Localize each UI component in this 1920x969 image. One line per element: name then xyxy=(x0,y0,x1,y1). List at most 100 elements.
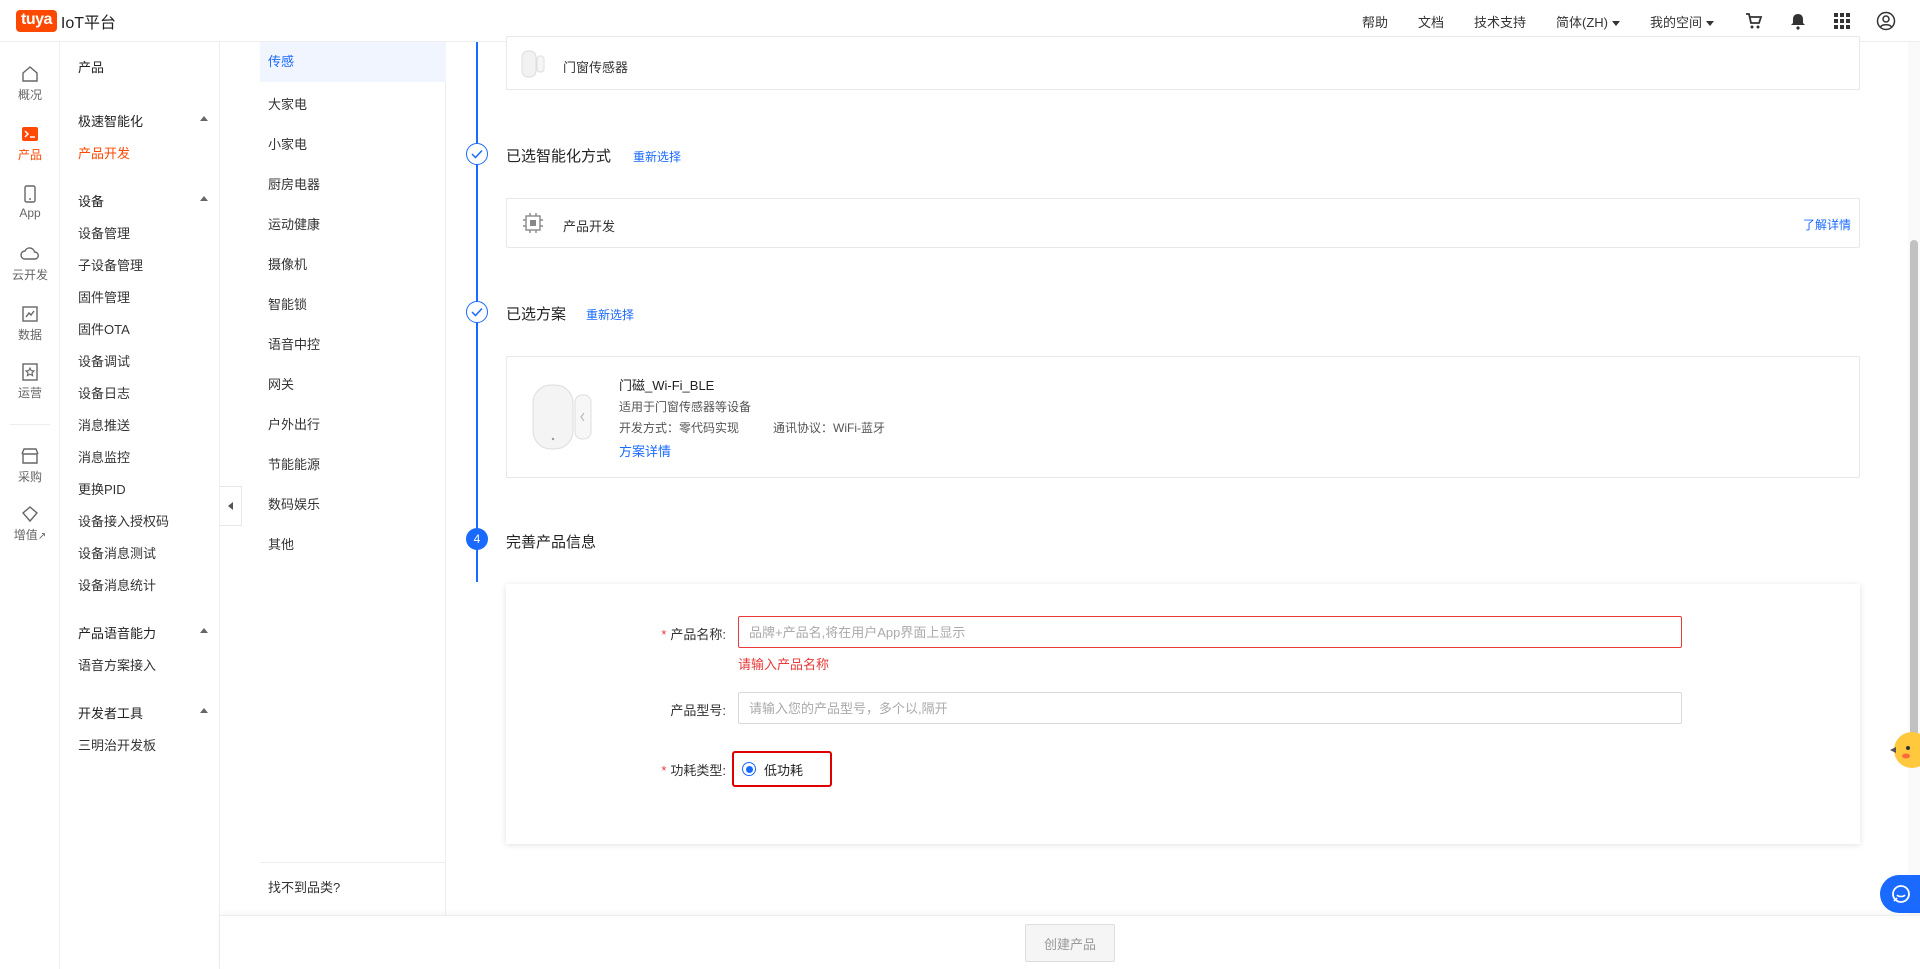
chevron-up-icon xyxy=(200,116,208,121)
chart-icon xyxy=(22,306,38,322)
menu-item-message-push[interactable]: 消息推送 xyxy=(78,415,130,434)
collapse-sidebar-button[interactable] xyxy=(220,486,242,526)
rail-label: 概况 xyxy=(17,88,42,102)
door-sensor-icon xyxy=(521,50,545,78)
bottom-action-bar: 创建产品 xyxy=(220,915,1920,969)
selected-category-card: 门窗传感器 xyxy=(506,36,1860,90)
smart-method-card: 产品开发 了解详情 xyxy=(506,198,1860,248)
step-done-icon xyxy=(466,301,488,323)
nav-docs[interactable]: 文档 xyxy=(1418,12,1444,31)
category-item-sensor[interactable]: 传感 xyxy=(260,42,446,82)
scheme-detail-link[interactable]: 方案详情 xyxy=(619,441,671,460)
product-model-input[interactable] xyxy=(738,692,1682,724)
menu-item-device-manage[interactable]: 设备管理 xyxy=(78,223,130,242)
product-menu: 产品 极速智能化 产品开发 设备 设备管理 子设备管理 固件管理 固件OTA 设… xyxy=(60,42,220,969)
nav-support[interactable]: 技术支持 xyxy=(1474,12,1526,31)
smart-method-label: 产品开发 xyxy=(563,219,616,234)
rail-item-app[interactable]: App xyxy=(0,184,60,220)
category-item[interactable]: 小家电 xyxy=(260,134,446,153)
category-item[interactable]: 数码娱乐 xyxy=(260,494,446,513)
step-done-icon xyxy=(466,143,488,165)
rail-label: 运营 xyxy=(17,386,42,400)
step4-number: 4 xyxy=(466,528,488,550)
category-item[interactable]: 语音中控 xyxy=(260,334,446,353)
menu-item-firmware-ota[interactable]: 固件OTA xyxy=(78,319,130,338)
menu-item-sandwich-board[interactable]: 三明治开发板 xyxy=(78,735,156,754)
chat-icon xyxy=(1892,885,1910,903)
diamond-icon xyxy=(22,506,38,523)
space-label: 我的空间 xyxy=(1649,14,1702,30)
category-item[interactable]: 摄像机 xyxy=(260,254,446,273)
menu-group-quick[interactable]: 极速智能化 xyxy=(78,111,208,130)
scheme-card: 门磁_Wi-Fi_BLE 适用于门窗传感器等设备 开发方式：零代码实现 通讯协议… xyxy=(506,356,1860,478)
rail-label: 增值 xyxy=(13,528,38,542)
menu-item-voice-access[interactable]: 语音方案接入 xyxy=(78,655,156,674)
cart-icon[interactable] xyxy=(1744,11,1764,31)
power-type-radio-low[interactable]: 低功耗 xyxy=(732,751,832,787)
menu-item-message-stats[interactable]: 设备消息统计 xyxy=(78,575,156,594)
category-not-found-link[interactable]: 找不到品类? xyxy=(260,862,446,896)
menu-group-dev-tools[interactable]: 开发者工具 xyxy=(78,703,208,722)
scrollbar-thumb[interactable] xyxy=(1910,240,1918,760)
rail-item-operate[interactable]: 运营 xyxy=(0,362,60,401)
category-item[interactable]: 节能能源 xyxy=(260,454,446,473)
logo[interactable]: tuya IoT平台 xyxy=(16,9,116,33)
rail-label: 云开发 xyxy=(11,268,48,282)
rail-label: 数据 xyxy=(17,328,42,342)
store-icon xyxy=(21,448,39,464)
menu-item-device-log[interactable]: 设备日志 xyxy=(78,383,130,402)
step2-reselect-link[interactable]: 重新选择 xyxy=(633,148,681,165)
step3-title: 已选方案 xyxy=(506,306,567,323)
step3-reselect-link[interactable]: 重新选择 xyxy=(586,306,634,323)
menu-item-message-test[interactable]: 设备消息测试 xyxy=(78,543,156,562)
menu-item-device-debug[interactable]: 设备调试 xyxy=(78,351,130,370)
language-select[interactable]: 简体(ZH) xyxy=(1556,12,1620,31)
rail-item-value-added[interactable]: 增值↗ xyxy=(0,504,60,543)
rail-item-cloud[interactable]: 云开发 xyxy=(0,244,60,283)
category-item[interactable]: 厨房电器 xyxy=(260,174,446,193)
menu-item-auth-code[interactable]: 设备接入授权码 xyxy=(78,511,169,530)
category-item[interactable]: 智能锁 xyxy=(260,294,446,313)
menu-item-change-pid[interactable]: 更换PID xyxy=(78,479,126,498)
bell-icon[interactable] xyxy=(1788,11,1808,31)
rail-item-overview[interactable]: 概况 xyxy=(0,64,60,103)
apps-grid-icon[interactable] xyxy=(1832,11,1852,31)
menu-item-subdevice-manage[interactable]: 子设备管理 xyxy=(78,255,143,274)
chevron-up-icon xyxy=(200,708,208,713)
user-avatar-icon[interactable] xyxy=(1876,11,1896,31)
rail-item-purchase[interactable]: 采购 xyxy=(0,446,60,485)
chevron-down-icon xyxy=(1706,20,1714,26)
star-badge-icon xyxy=(22,363,38,381)
category-item[interactable]: 运动健康 xyxy=(260,214,446,233)
logo-text: IoT平台 xyxy=(60,14,117,32)
create-product-button[interactable]: 创建产品 xyxy=(1025,924,1115,962)
mascot-icon[interactable] xyxy=(1888,726,1920,770)
category-item[interactable]: 网关 xyxy=(260,374,446,393)
rail-label: 产品 xyxy=(17,148,42,162)
home-icon xyxy=(22,66,38,82)
menu-group-device[interactable]: 设备 xyxy=(78,191,208,210)
nav-help[interactable]: 帮助 xyxy=(1362,12,1388,31)
chip-icon xyxy=(523,213,543,233)
learn-more-link[interactable]: 了解详情 xyxy=(1803,216,1851,233)
help-chat-button[interactable] xyxy=(1880,875,1920,913)
product-info-form: *产品名称: 请输入产品名称 产品型号: *功耗类型: 低功耗 xyxy=(506,584,1860,844)
rail-item-product[interactable]: 产品 xyxy=(0,124,60,163)
space-select[interactable]: 我的空间 xyxy=(1650,12,1714,31)
menu-item-firmware-manage[interactable]: 固件管理 xyxy=(78,287,130,306)
category-item[interactable]: 户外出行 xyxy=(260,414,446,433)
menu-group-voice[interactable]: 产品语音能力 xyxy=(78,623,208,642)
product-name-label: * 产品名称: xyxy=(661,627,726,642)
menu-group-label: 设备 xyxy=(78,194,105,209)
rail-label: App xyxy=(19,206,41,220)
category-card-label: 门窗传感器 xyxy=(563,60,629,75)
product-name-input[interactable] xyxy=(738,616,1682,648)
chevron-left-icon xyxy=(228,502,233,510)
menu-group-label: 产品语音能力 xyxy=(78,626,157,641)
menu-item-product-dev[interactable]: 产品开发 xyxy=(78,143,130,162)
category-item[interactable]: 其他 xyxy=(260,534,446,553)
rail-item-data[interactable]: 数据 xyxy=(0,304,60,343)
phone-icon xyxy=(24,185,36,203)
category-item[interactable]: 大家电 xyxy=(260,94,446,113)
menu-item-message-monitor[interactable]: 消息监控 xyxy=(78,447,130,466)
